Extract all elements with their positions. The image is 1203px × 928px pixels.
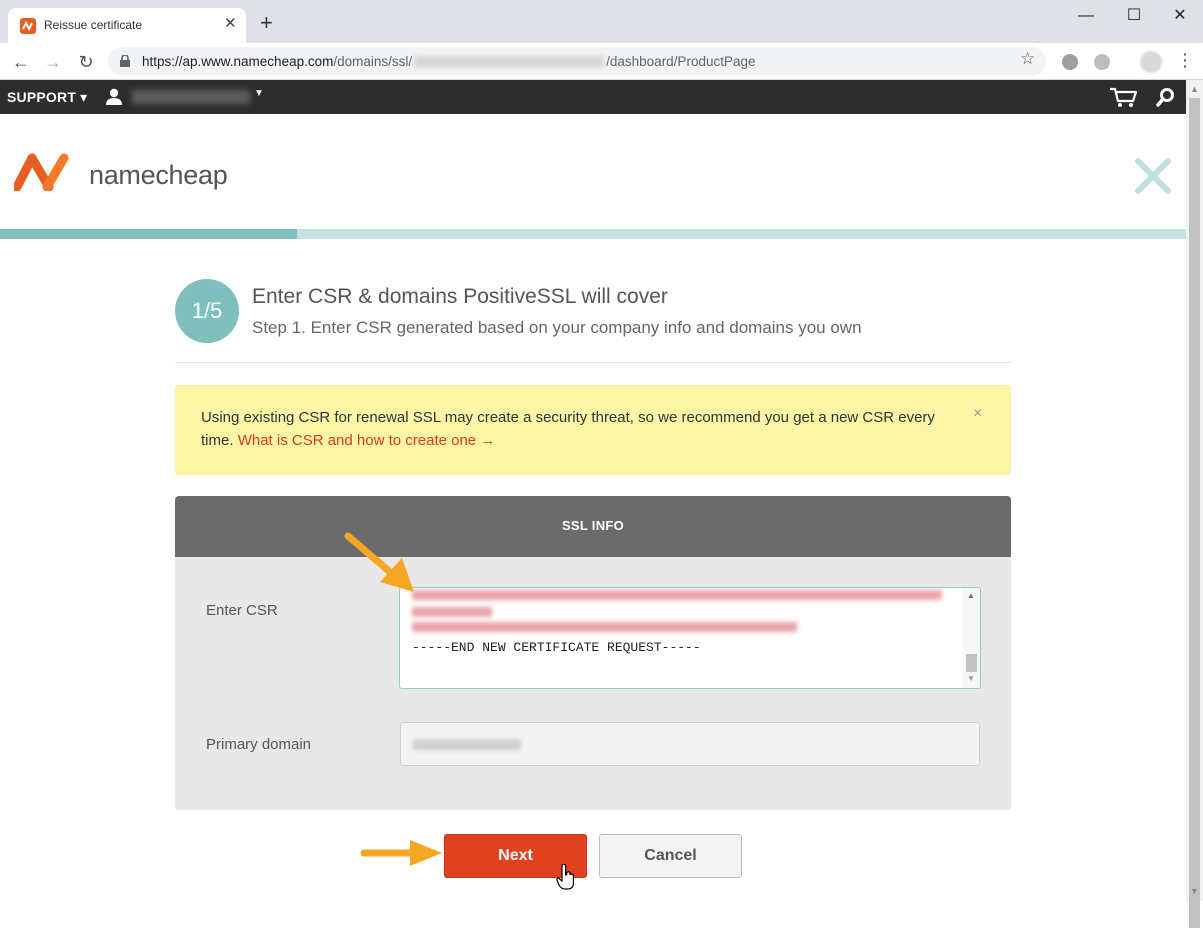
url-host: https://ap.www.namecheap.com	[142, 54, 334, 69]
csr-end-line: -----END NEW CERTIFICATE REQUEST-----	[412, 640, 701, 655]
search-icon[interactable]	[1156, 87, 1176, 107]
csr-redacted-line	[412, 607, 492, 617]
browser-tab-bar: Reissue certificate ✕ + — ☐ ✕	[0, 0, 1203, 43]
back-arrow-icon[interactable]: ←	[10, 51, 32, 73]
step-subtitle: Step 1. Enter CSR generated based on you…	[252, 318, 862, 337]
csr-textarea[interactable]: -----END NEW CERTIFICATE REQUEST----- ▲ …	[399, 587, 981, 689]
browser-tab[interactable]: Reissue certificate ✕	[8, 8, 246, 43]
browser-menu-icon[interactable]: ⋮	[1176, 51, 1194, 69]
step-title: Enter CSR & domains PositiveSSL will cov…	[252, 285, 668, 308]
scroll-thumb[interactable]	[1189, 98, 1200, 928]
alert-message: Using existing CSR for renewal SSL may c…	[201, 406, 961, 452]
csr-warning-alert: Using existing CSR for renewal SSL may c…	[175, 385, 1011, 475]
url-text: https://ap.www.namecheap.com/domains/ssl…	[142, 54, 756, 69]
support-menu[interactable]: SUPPORT ▾	[7, 89, 87, 106]
new-tab-button[interactable]: +	[260, 12, 273, 34]
step-badge: 1/5	[175, 279, 239, 343]
address-bar[interactable]: https://ap.www.namecheap.com/domains/ssl…	[108, 47, 1046, 76]
lock-icon	[120, 55, 130, 67]
scroll-up-icon[interactable]: ▲	[1190, 84, 1199, 94]
page-scrollbar[interactable]: ▲ ▼	[1186, 80, 1203, 928]
maximize-button[interactable]: ☐	[1119, 6, 1149, 26]
window-close-button[interactable]: ✕	[1165, 6, 1195, 26]
primary-domain-label: Primary domain	[206, 736, 312, 753]
csr-scrollbar[interactable]: ▲ ▼	[963, 588, 980, 688]
scroll-down-icon[interactable]: ▼	[1190, 886, 1199, 896]
tab-close-icon[interactable]: ✕	[224, 16, 237, 32]
namecheap-logo-icon[interactable]	[14, 153, 82, 191]
wizard-progress-fill	[0, 229, 297, 239]
reload-icon[interactable]: ↻	[75, 51, 97, 73]
browser-toolbar: ← → ↻ https://ap.www.namecheap.com/domai…	[0, 43, 1203, 80]
namecheap-favicon-icon	[20, 18, 36, 34]
namecheap-logo-text[interactable]: namecheap	[89, 160, 228, 191]
csr-scroll-up-icon[interactable]: ▲	[967, 591, 975, 600]
csr-scroll-thumb[interactable]	[966, 654, 977, 672]
extension-icon[interactable]	[1094, 54, 1110, 70]
support-label: SUPPORT	[7, 89, 77, 105]
step-divider	[175, 362, 1011, 363]
drive-extension-icon[interactable]	[1062, 54, 1078, 70]
bookmark-star-icon[interactable]: ☆	[1020, 50, 1035, 67]
close-wizard-icon[interactable]	[1134, 157, 1172, 195]
wizard-progress-bar	[0, 229, 1186, 239]
csr-help-link[interactable]: What is CSR and how to create one →	[238, 432, 496, 449]
annotation-arrow-icon	[344, 532, 414, 592]
site-top-bar: SUPPORT ▾ ▼	[0, 80, 1186, 114]
forward-arrow-icon[interactable]: →	[42, 51, 64, 73]
panel-header: SSL INFO	[175, 496, 1011, 557]
cart-icon[interactable]	[1108, 86, 1138, 108]
domain-redacted	[413, 739, 521, 750]
csr-redacted-line	[412, 590, 942, 600]
csr-label: Enter CSR	[206, 602, 278, 619]
minimize-button[interactable]: —	[1071, 6, 1101, 26]
url-path-start: /domains/ssl/	[333, 54, 413, 69]
csr-scroll-down-icon[interactable]: ▼	[967, 674, 975, 683]
url-path-end: /dashboard/ProductPage	[606, 54, 756, 69]
alert-close-icon[interactable]: ×	[973, 405, 982, 423]
profile-avatar[interactable]	[1140, 51, 1162, 73]
hand-cursor-icon	[556, 864, 574, 890]
url-redacted	[414, 56, 605, 69]
ssl-info-panel: SSL INFO Enter CSR -----END NEW CERTIFIC…	[175, 496, 1011, 810]
user-dropdown-caret-icon[interactable]: ▼	[254, 88, 264, 99]
annotation-arrow-icon	[360, 840, 442, 866]
cancel-button[interactable]: Cancel	[599, 834, 742, 878]
csr-redacted-line	[412, 622, 797, 632]
panel-title: SSL INFO	[561, 518, 625, 533]
user-icon[interactable]	[106, 88, 122, 105]
tab-title: Reissue certificate	[44, 18, 143, 32]
primary-domain-field[interactable]	[400, 722, 980, 766]
username-redacted[interactable]	[132, 90, 250, 104]
